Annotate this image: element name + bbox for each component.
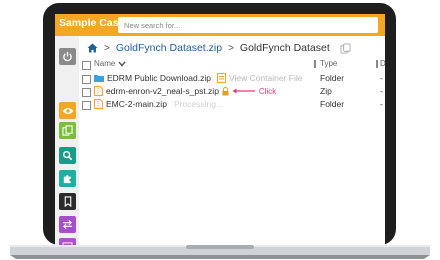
table-row[interactable]: edrm-enron-v2_neal-s_pst.zip Click Zip - [82,86,385,99]
zip-file-icon [94,86,103,96]
breadcrumb-separator: > [104,42,110,54]
zip-file-icon [94,99,103,109]
row-name-cell: edrm-enron-v2_neal-s_pst.zip Click [94,86,276,96]
documents-icon [62,125,73,136]
row-d: - [380,99,383,109]
search-icon [62,150,73,161]
folder-icon [94,75,104,82]
chevron-down-icon [118,61,126,67]
row-checkbox[interactable] [82,75,91,84]
top-bar: Sample Case [55,14,385,36]
column-type[interactable]: Type [320,59,337,68]
view-container-link[interactable]: View Container File [229,73,303,83]
eye-icon [62,107,73,114]
bookmark-button[interactable] [59,193,76,210]
processing-status: Processing... [173,99,224,109]
row-d: - [380,86,383,96]
screen: Sample Case New search for... > GoldFync… [55,14,385,245]
breadcrumb-item-current: GoldFynch Dataset [239,42,330,54]
power-icon [63,51,72,62]
lock-icon [222,86,229,95]
documents-button[interactable] [59,122,76,139]
plugins-button[interactable] [59,170,76,187]
row-name-cell: EDRM Public Download.zip View Container … [94,73,302,83]
transfer-button[interactable] [59,216,76,233]
row-type: Folder [320,99,345,109]
breadcrumb-item-zip[interactable]: GoldFynch Dataset.zip [116,42,222,54]
row-d: - [380,73,383,83]
search-button[interactable] [59,147,76,164]
view-button[interactable] [59,102,76,119]
row-name-cell: EMC-2-main.zip Processing... [94,99,223,109]
select-all-checkbox[interactable] [82,61,91,70]
row-name[interactable]: EDRM Public Download.zip [107,73,211,83]
case-name[interactable]: Sample Case [59,17,124,29]
list-icon [62,242,73,245]
row-name[interactable]: edrm-enron-v2_neal-s_pst.zip [106,86,219,96]
breadcrumb: > GoldFynch Dataset.zip > GoldFynch Data… [87,40,351,56]
column-resize-handle[interactable] [314,60,316,68]
column-name-label: Name [94,59,116,68]
row-checkbox[interactable] [82,88,91,97]
container-file-icon [216,73,226,83]
list-button[interactable] [59,238,76,245]
table-row[interactable]: EMC-2-main.zip Processing... Folder - [82,99,385,112]
click-annotation: Click [258,86,277,96]
copy-icon[interactable] [340,42,351,54]
table-header: Name Type D [82,59,385,71]
column-d[interactable]: D [380,59,385,68]
search-input[interactable] [118,17,378,33]
sidebar [55,36,79,245]
row-type: Zip [320,86,332,96]
home-icon[interactable] [87,43,98,53]
puzzle-icon [63,175,71,184]
row-name[interactable]: EMC-2-main.zip [106,99,167,109]
column-resize-handle[interactable] [376,60,378,68]
breadcrumb-separator: > [228,42,234,54]
power-button[interactable] [59,48,76,65]
row-checkbox[interactable] [82,101,91,110]
transfer-icon [62,219,73,230]
arrow-left-icon [232,88,255,94]
table-row[interactable]: EDRM Public Download.zip View Container … [82,73,385,86]
bookmark-icon [64,196,71,207]
column-name[interactable]: Name [94,59,126,68]
row-type: Folder [320,73,345,83]
file-browser: > GoldFynch Dataset.zip > GoldFynch Data… [79,36,385,245]
